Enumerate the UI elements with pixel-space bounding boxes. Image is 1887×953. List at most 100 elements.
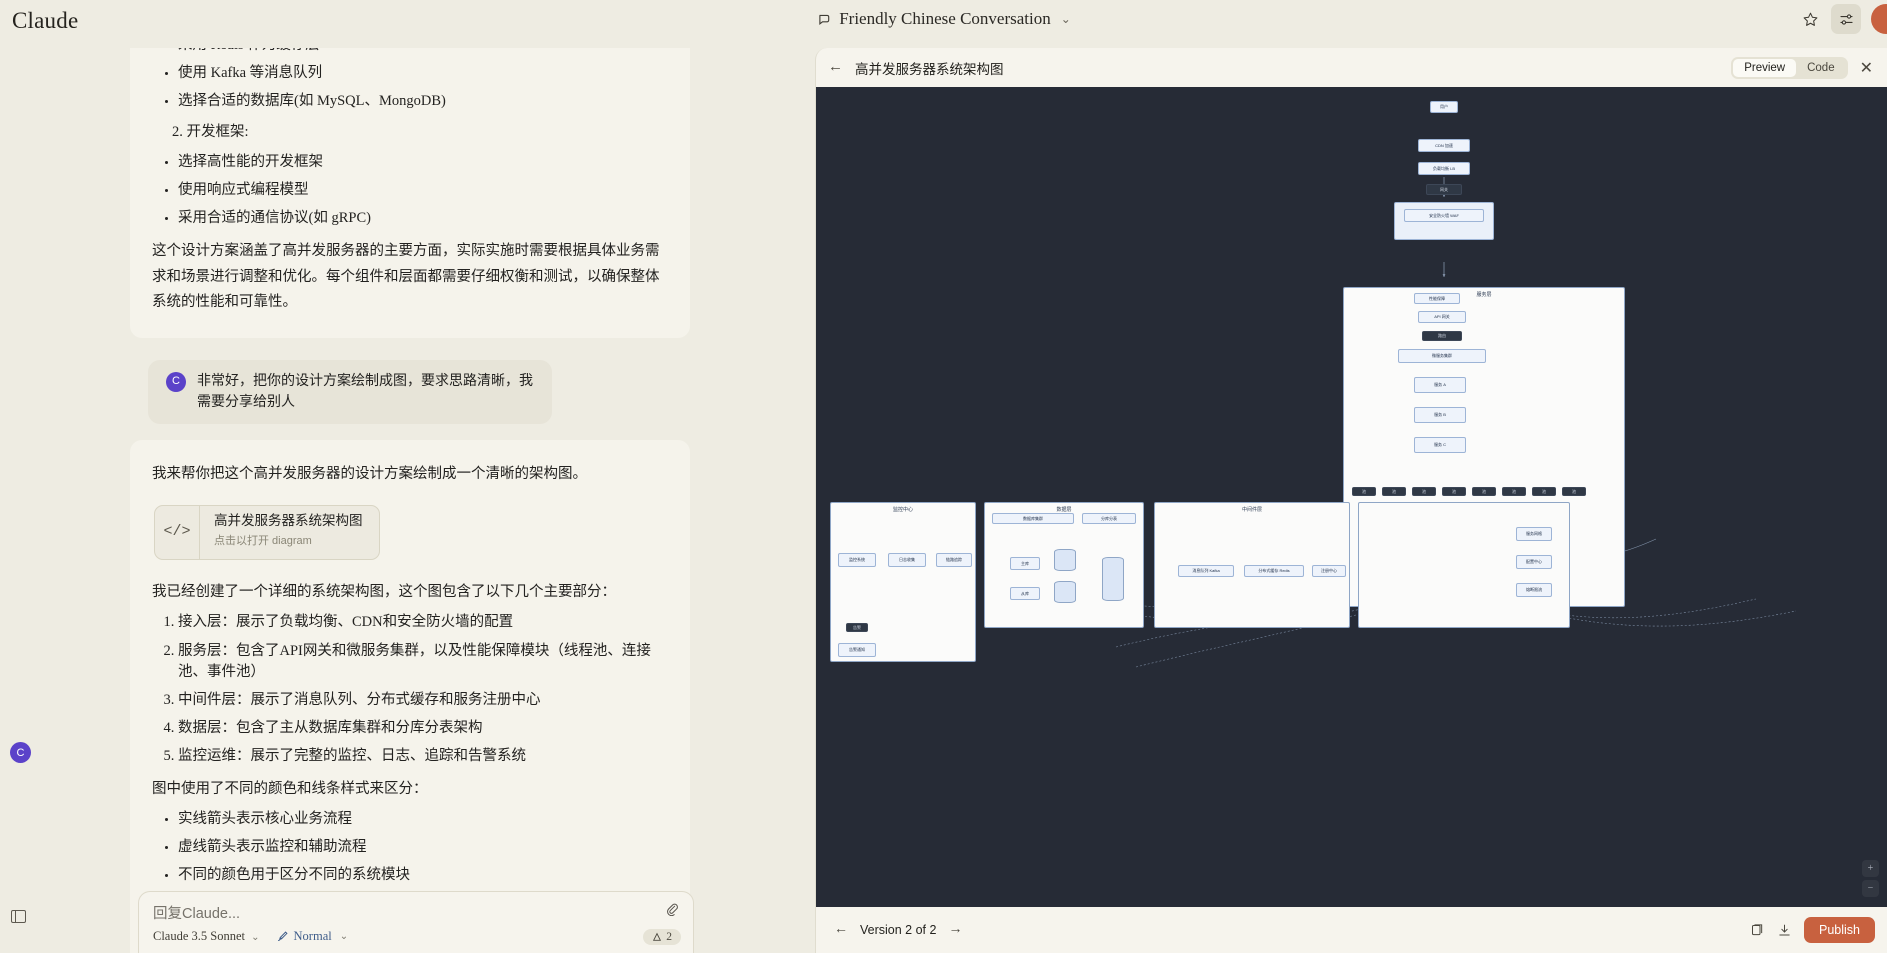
bullet-list-framework: 选择高性能的开发框架 使用响应式编程模型 采用合适的通信协议(如 gRPC) — [152, 152, 668, 229]
chat-bubble-icon — [816, 12, 831, 27]
diagram-node: 监控系统 — [838, 553, 876, 567]
diagram-node: 池 — [1502, 487, 1526, 496]
group-label: 服务层 — [1344, 291, 1624, 298]
ordered-heading: 2. 开发框架: — [152, 120, 668, 145]
zoom-controls[interactable]: + − — [1862, 860, 1879, 897]
code-brackets-icon: </> — [155, 506, 200, 559]
artifact-card-subtitle: 点击以打开 diagram — [214, 532, 363, 551]
database-cylinder — [1054, 581, 1076, 603]
settings-sliders-button[interactable] — [1831, 4, 1861, 34]
group-label: 数据层 — [985, 506, 1143, 513]
next-version-button[interactable]: → — [942, 922, 968, 938]
back-arrow-icon[interactable]: ← — [828, 59, 843, 76]
assistant-bubble-1: 使用 Nginx 作为反向代理和负载均衡 采用 Redis 作为缓存层 使用 K… — [130, 48, 690, 338]
diagram-node: 配置中心 — [1516, 555, 1552, 569]
bullet-list-infra: 使用 Nginx 作为反向代理和负载均衡 采用 Redis 作为缓存层 使用 K… — [152, 48, 668, 112]
model-selector[interactable]: Claude 3.5 Sonnet ⌄ — [153, 929, 260, 944]
version-label: Version 2 of 2 — [860, 923, 936, 937]
assistant-message-2: 我来帮你把这个高并发服务器的设计方案绘制成一个清晰的架构图。 </> 高并发服务… — [130, 440, 690, 953]
user-message: C 非常好，把你的设计方案绘制成图，要求思路清晰，我需要分享给别人 — [130, 360, 690, 424]
tab-code[interactable]: Code — [1796, 59, 1846, 77]
style-selector[interactable]: Normal ⌄ — [276, 929, 349, 944]
diagram-node: CDN 加速 — [1418, 139, 1470, 152]
list-item: 数据层：包含了主从数据库集群和分库分表架构 — [178, 718, 668, 739]
list-item: 服务层：包含了API网关和微服务集群，以及性能保障模块（线程池、连接池、事件池） — [178, 641, 668, 683]
user-message-text: 非常好，把你的设计方案绘制成图，要求思路清晰，我需要分享给别人 — [197, 371, 534, 413]
paperclip-icon — [665, 902, 679, 916]
diagram-node: 路由 — [1422, 331, 1462, 341]
top-bar-actions — [1795, 4, 1887, 34]
message-composer[interactable]: 回复Claude... Claude 3.5 Sonnet ⌄ — [138, 891, 694, 953]
user-avatar[interactable] — [1871, 4, 1887, 34]
list-item: 接入层：展示了负载均衡、CDN和安全防火墙的配置 — [178, 612, 668, 633]
legend-list: 实线箭头表示核心业务流程 虚线箭头表示监控和辅助流程 不同的颜色用于区分不同的系… — [152, 809, 668, 886]
list-item: 采用合适的通信协议(如 gRPC) — [178, 208, 668, 229]
app-brand: Claude — [12, 8, 78, 34]
artifact-title: 高并发服务器系统架构图 — [855, 58, 1004, 78]
usage-count-badge[interactable]: 2 — [643, 929, 681, 945]
chat-column[interactable]: 使用 Nginx 作为反向代理和负载均衡 采用 Redis 作为缓存层 使用 K… — [0, 48, 816, 953]
ordered-label: 开发框架: — [187, 124, 249, 140]
diagram-node: 安全防火墙 WAF — [1404, 209, 1484, 222]
account-avatar-button[interactable]: C — [10, 742, 31, 763]
diagram-node: 分布式缓存 Redis — [1244, 565, 1304, 577]
tab-preview[interactable]: Preview — [1733, 59, 1796, 77]
star-icon — [1802, 11, 1819, 28]
download-button[interactable] — [1777, 923, 1792, 938]
list-item: 选择合适的数据库(如 MySQL、MongoDB) — [178, 91, 668, 112]
list-item: 实线箭头表示核心业务流程 — [178, 809, 668, 830]
artifact-header: ← 高并发服务器系统架构图 Preview Code ✕ — [816, 48, 1887, 87]
list-item: 中间件层：展示了消息队列、分布式缓存和服务注册中心 — [178, 690, 668, 711]
assistant-message-1: 使用 Nginx 作为反向代理和负载均衡 采用 Redis 作为缓存层 使用 K… — [130, 48, 690, 338]
database-cylinder — [1054, 549, 1076, 571]
diagram-group-monitoring: 监控中心 — [830, 502, 976, 662]
publish-button[interactable]: Publish — [1804, 917, 1875, 943]
sliders-icon — [1838, 11, 1855, 28]
diagram-node: 池 — [1412, 487, 1436, 496]
diagram-node: 告警通知 — [838, 643, 876, 657]
diagram-node: 注册中心 — [1312, 565, 1346, 577]
list-item: 选择高性能的开发框架 — [178, 152, 668, 173]
close-icon[interactable]: ✕ — [1856, 58, 1877, 78]
artifact-preview-card[interactable]: </> 高并发服务器系统架构图 点击以打开 diagram — [154, 505, 380, 560]
chevron-down-icon: ⌄ — [251, 932, 259, 943]
prev-version-button[interactable]: ← — [828, 922, 854, 938]
style-brush-icon — [276, 930, 289, 943]
top-bar: Claude Friendly Chinese Conversation ⌄ — [0, 0, 1887, 48]
numbered-list-layers: 接入层：展示了负载均衡、CDN和安全防火墙的配置 服务层：包含了API网关和微服… — [152, 612, 668, 766]
diagram-node: 用户 — [1430, 101, 1458, 113]
claude-app-window: Claude Friendly Chinese Conversation ⌄ — [0, 0, 1887, 953]
diagram-node: API 网关 — [1418, 311, 1466, 323]
toggle-sidebar-button[interactable] — [11, 910, 26, 923]
group-label: 监控中心 — [831, 506, 975, 513]
composer-footer: Claude 3.5 Sonnet ⌄ Normal ⌄ — [153, 929, 348, 944]
diagram-node: 微服务集群 — [1398, 349, 1486, 363]
conversation-title-button[interactable]: Friendly Chinese Conversation ⌄ — [816, 9, 1071, 29]
chevron-down-icon: ⌄ — [1061, 12, 1071, 27]
group-label: 中间件层 — [1155, 506, 1349, 513]
diagram-node: 服务 A — [1414, 377, 1466, 393]
diagram-node: 链路追踪 — [936, 553, 972, 567]
diagram-node: 服务 C — [1414, 437, 1466, 453]
composer-placeholder[interactable]: 回复Claude... — [153, 902, 240, 923]
diagram-node: 池 — [1472, 487, 1496, 496]
chat-scroll-area: 使用 Nginx 作为反向代理和负载均衡 采用 Redis 作为缓存层 使用 K… — [0, 48, 816, 953]
preview-code-toggle[interactable]: Preview Code — [1731, 57, 1847, 79]
list-item: 不同的颜色用于区分不同的系统模块 — [178, 865, 668, 886]
zoom-in-icon[interactable]: + — [1862, 860, 1879, 877]
diagram-node: 池 — [1382, 487, 1406, 496]
attach-file-button[interactable] — [665, 902, 679, 916]
usage-count: 2 — [666, 931, 672, 943]
avatar: C — [166, 372, 186, 392]
model-name: Claude 3.5 Sonnet — [153, 929, 245, 943]
copy-button[interactable] — [1750, 923, 1765, 938]
assistant-bubble-2: 我来帮你把这个高并发服务器的设计方案绘制成一个清晰的架构图。 </> 高并发服务… — [130, 440, 690, 953]
diagram-node: 服务网格 — [1516, 527, 1552, 541]
diagram-canvas[interactable]: 用户 CDN 加速 负载均衡 LB 网关 安全防火墙 WAF 服务层 性能保障 … — [816, 87, 1887, 907]
star-button[interactable] — [1795, 4, 1825, 34]
diagram-node: 分库分表 — [1082, 513, 1136, 524]
zoom-out-icon[interactable]: − — [1862, 880, 1879, 897]
diagram-node: 池 — [1442, 487, 1466, 496]
artifact-header-actions: Preview Code ✕ — [1731, 57, 1877, 79]
diagram-node: 性能保障 — [1414, 293, 1460, 304]
